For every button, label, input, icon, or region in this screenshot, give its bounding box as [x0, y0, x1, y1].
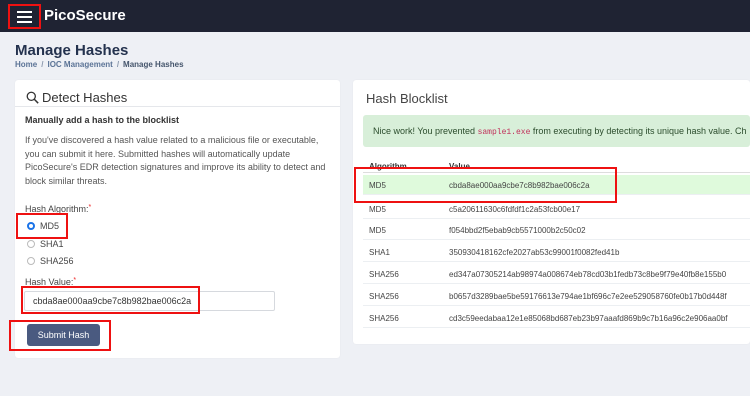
table-row: SHA256 cd3c59eedabaa12e1e85068bd687eb23b…	[363, 308, 750, 328]
annotation-box-md5	[16, 213, 68, 239]
table-row: SHA256 b0657d3289bae5be59176613e794ae1bf…	[363, 286, 750, 306]
breadcrumb-separator: /	[116, 60, 120, 69]
breadcrumb: Home / IOC Management / Manage Hashes	[15, 60, 184, 69]
detect-subheading: Manually add a hash to the blocklist	[25, 115, 180, 125]
detect-hashes-header: Detect Hashes	[15, 80, 340, 107]
row-hash-value: cd3c59eedabaa12e1e85068bd687eb23b97aaafd…	[449, 314, 728, 323]
row-hash-value: ed347a07305214ab98974a008674eb78cd03b1fe…	[449, 270, 727, 279]
radio-unselected-icon	[27, 257, 35, 265]
brand-logo-text[interactable]: PicoSecure	[44, 7, 126, 24]
detect-description: If you've discovered a hash value relate…	[25, 135, 326, 186]
row-hash-value: 350930418162cfe2027ab53c99001f0082fed41b	[449, 248, 620, 257]
radio-sha256-label: SHA256	[40, 256, 74, 266]
alert-filename: sample1.exe	[477, 128, 531, 137]
success-alert: Nice work! You prevented sample1.exe fro…	[363, 115, 750, 147]
alert-suffix: from executing by detecting its unique h…	[530, 126, 747, 136]
radio-unselected-icon	[27, 240, 35, 248]
row-algorithm: SHA1	[369, 248, 390, 257]
table-row: SHA256 ed347a07305214ab98974a008674eb78c…	[363, 264, 750, 284]
alert-prefix: Nice work! You prevented	[373, 126, 478, 136]
radio-sha1[interactable]: SHA1	[27, 239, 64, 249]
hamburger-icon-line	[17, 20, 32, 23]
row-algorithm: SHA256	[369, 314, 399, 323]
top-navbar: PicoSecure	[0, 0, 750, 32]
hamburger-icon-line	[17, 15, 32, 18]
row-algorithm: SHA256	[369, 292, 399, 301]
hamburger-icon-line	[17, 10, 32, 13]
required-mark: *	[88, 204, 92, 211]
breadcrumb-ioc-link[interactable]: IOC Management	[47, 60, 112, 69]
radio-sha256[interactable]: SHA256	[27, 256, 74, 266]
detect-hashes-title-text: Detect Hashes	[42, 90, 128, 105]
row-hash-value: b0657d3289bae5be59176613e794ae1bf696c7e2…	[449, 292, 727, 301]
page-title: Manage Hashes	[15, 42, 129, 59]
row-algorithm: MD5	[369, 205, 386, 214]
radio-sha1-label: SHA1	[40, 239, 64, 249]
hash-blocklist-title: Hash Blocklist	[366, 91, 448, 106]
row-algorithm: SHA256	[369, 270, 399, 279]
breadcrumb-separator: /	[41, 60, 44, 69]
row-algorithm: MD5	[369, 226, 386, 235]
required-mark: *	[73, 277, 77, 284]
row-hash-value: c5a20611630c6fdfdf1c2a53fcb00e17	[449, 205, 581, 214]
annotation-box-blocklist-row	[354, 167, 617, 203]
row-hash-value: f054bbd2f5ebab9cb5571000b2c50c02	[449, 226, 586, 235]
menu-toggle-button[interactable]	[8, 4, 41, 29]
search-icon	[26, 91, 39, 104]
detect-hashes-title: Detect Hashes	[26, 90, 127, 105]
annotation-box-hash-input	[21, 286, 200, 314]
table-row: MD5 f054bbd2f5ebab9cb5571000b2c50c02	[363, 220, 750, 240]
breadcrumb-current: Manage Hashes	[123, 60, 184, 69]
annotation-box-submit	[9, 320, 111, 351]
breadcrumb-home-link[interactable]: Home	[15, 60, 37, 69]
table-row: SHA1 350930418162cfe2027ab53c99001f0082f…	[363, 242, 750, 262]
